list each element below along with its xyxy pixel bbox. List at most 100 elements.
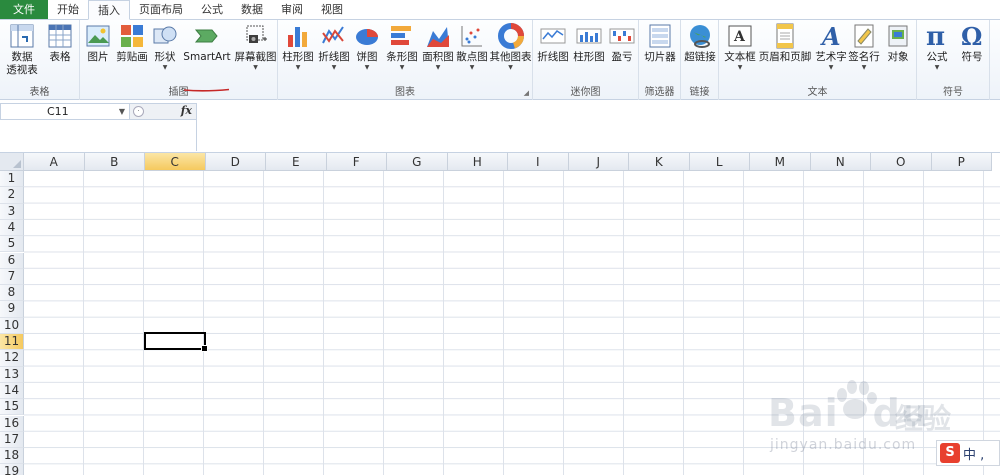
area-chart-button[interactable]: 面积图 ▼ — [420, 22, 456, 84]
text-box-dropdown-icon: ▼ — [737, 64, 743, 71]
column-header-l[interactable]: L — [689, 153, 750, 171]
sparkline-column-button[interactable]: 柱形图 — [571, 22, 607, 84]
row-header-19[interactable]: 19 — [0, 464, 24, 475]
group-label-illustrations: 插图 — [168, 87, 189, 98]
column-chart-button[interactable]: 柱形图 ▼ — [280, 22, 316, 84]
row-header-3[interactable]: 3 — [0, 203, 24, 220]
bar-chart-icon — [389, 23, 415, 49]
formula-bar-resize-icon[interactable]: · — [133, 106, 144, 117]
select-all-corner[interactable] — [0, 153, 24, 171]
ribbon: 数据 透视表 表格 表格 图片 剪贴画 形状 ▼ SmartArt 屏幕截图 ▼… — [0, 20, 1000, 100]
row-header-4[interactable]: 4 — [0, 219, 24, 237]
other-charts-button[interactable]: 其他图表 ▼ — [488, 22, 533, 84]
insert-function-button[interactable]: fx — [181, 104, 192, 117]
column-header-e[interactable]: E — [266, 153, 327, 171]
row-header-18[interactable]: 18 — [0, 448, 24, 465]
ime-status-bar[interactable]: S 中 , — [936, 440, 1000, 466]
tab-view[interactable]: 视图 — [312, 0, 352, 19]
pie-chart-button[interactable]: 饼图 ▼ — [352, 22, 382, 84]
row-header-2[interactable]: 2 — [0, 187, 24, 204]
group-label-tables: 表格 — [29, 87, 50, 98]
equation-button[interactable]: π 公式 ▼ — [919, 22, 955, 84]
hyperlink-button[interactable]: 超链接 — [682, 22, 718, 84]
column-chart-label: 柱形图 — [282, 51, 314, 63]
row-header-8[interactable]: 8 — [0, 285, 24, 302]
formula-bar: C11 ▼ · fx — [0, 100, 1000, 153]
tab-file[interactable]: 文件 — [0, 0, 48, 19]
clip-art-label: 剪贴画 — [116, 51, 148, 63]
tab-formulas[interactable]: 公式 — [192, 0, 232, 19]
word-art-dropdown-icon: ▼ — [828, 64, 834, 71]
row-header-15[interactable]: 15 — [0, 399, 24, 416]
row-header-16[interactable]: 16 — [0, 415, 24, 432]
group-symbols: π 公式 ▼ Ω 符号 符号 — [917, 20, 990, 100]
column-header-j[interactable]: J — [568, 153, 629, 171]
row-header-12[interactable]: 12 — [0, 350, 24, 367]
column-header-i[interactable]: I — [508, 153, 569, 171]
column-header-o[interactable]: O — [871, 153, 932, 171]
charts-dialog-launcher-icon[interactable]: ◢ — [524, 89, 529, 97]
row-header-1[interactable]: 1 — [0, 171, 24, 188]
column-header-g[interactable]: G — [387, 153, 448, 171]
row-header-6[interactable]: 6 — [0, 252, 24, 269]
row-header-11[interactable]: 11 — [0, 334, 24, 351]
hyperlink-globe-icon — [687, 23, 713, 49]
column-header-n[interactable]: N — [810, 153, 871, 171]
bar-chart-label: 条形图 — [386, 51, 418, 63]
tab-data[interactable]: 数据 — [232, 0, 272, 19]
column-header-f[interactable]: F — [326, 153, 387, 171]
scatter-chart-button[interactable]: 散点图 ▼ — [454, 22, 490, 84]
row-header-10[interactable]: 10 — [0, 317, 24, 334]
column-header-d[interactable]: D — [205, 153, 266, 171]
formula-input[interactable] — [197, 103, 1000, 120]
symbol-label: 符号 — [961, 51, 983, 63]
sparkline-winloss-button[interactable]: 盈亏 — [607, 22, 637, 84]
row-header-13[interactable]: 13 — [0, 366, 24, 383]
name-box[interactable]: C11 ▼ — [0, 103, 130, 120]
line-chart-button[interactable]: 折线图 ▼ — [316, 22, 352, 84]
group-label-filter: 筛选器 — [644, 87, 675, 98]
row-header-17[interactable]: 17 — [0, 431, 24, 449]
row-header-7[interactable]: 7 — [0, 268, 24, 286]
bar-chart-button[interactable]: 条形图 ▼ — [384, 22, 420, 84]
cell-area[interactable] — [24, 171, 1000, 475]
word-art-button[interactable]: A 艺术字 ▼ — [813, 22, 849, 84]
screenshot-button[interactable]: 屏幕截图 ▼ — [233, 22, 278, 84]
signature-line-button[interactable]: 签名行 ▼ — [847, 22, 881, 84]
column-header-h[interactable]: H — [447, 153, 508, 171]
tab-home[interactable]: 开始 — [48, 0, 88, 19]
slicer-button[interactable]: 切片器 — [641, 22, 679, 84]
shapes-button[interactable]: 形状 ▼ — [151, 22, 179, 84]
text-box-button[interactable]: A 文本框 ▼ — [722, 22, 758, 84]
clip-art-button[interactable]: 剪贴画 — [114, 22, 150, 84]
column-header-c[interactable]: C — [145, 153, 206, 171]
ime-mode-text: 中 , — [963, 447, 985, 463]
symbol-button[interactable]: Ω 符号 — [955, 22, 989, 84]
header-footer-button[interactable]: 页眉和页脚 — [757, 22, 813, 84]
tab-review[interactable]: 审阅 — [272, 0, 312, 19]
row-header-5[interactable]: 5 — [0, 236, 24, 253]
group-label-text: 文本 — [807, 87, 828, 98]
shapes-icon — [152, 23, 178, 49]
row-header-9[interactable]: 9 — [0, 301, 24, 318]
smartart-button[interactable]: SmartArt — [181, 22, 233, 84]
doughnut-chart-icon — [497, 23, 524, 49]
scatter-chart-icon — [459, 23, 485, 49]
row-header-14[interactable]: 14 — [0, 382, 24, 400]
table-button[interactable]: 表格 — [44, 22, 76, 84]
object-button[interactable]: 对象 — [881, 22, 915, 84]
tab-page-layout[interactable]: 页面布局 — [130, 0, 192, 19]
column-header-m[interactable]: M — [750, 153, 811, 171]
sparkline-line-button[interactable]: 折线图 — [535, 22, 571, 84]
column-header-a[interactable]: A — [24, 153, 85, 171]
pivot-table-button[interactable]: 数据 透视表 — [2, 22, 42, 84]
active-cell-c11[interactable] — [144, 332, 208, 352]
picture-button[interactable]: 图片 — [83, 22, 113, 84]
group-tables: 数据 透视表 表格 表格 — [0, 20, 80, 100]
column-header-b[interactable]: B — [84, 153, 145, 171]
column-header-k[interactable]: K — [629, 153, 690, 171]
column-header-p[interactable]: P — [931, 153, 992, 171]
sparkline-column-icon — [576, 23, 602, 49]
name-box-dropdown-icon[interactable]: ▼ — [119, 104, 125, 119]
tab-insert[interactable]: 插入 — [88, 0, 130, 20]
